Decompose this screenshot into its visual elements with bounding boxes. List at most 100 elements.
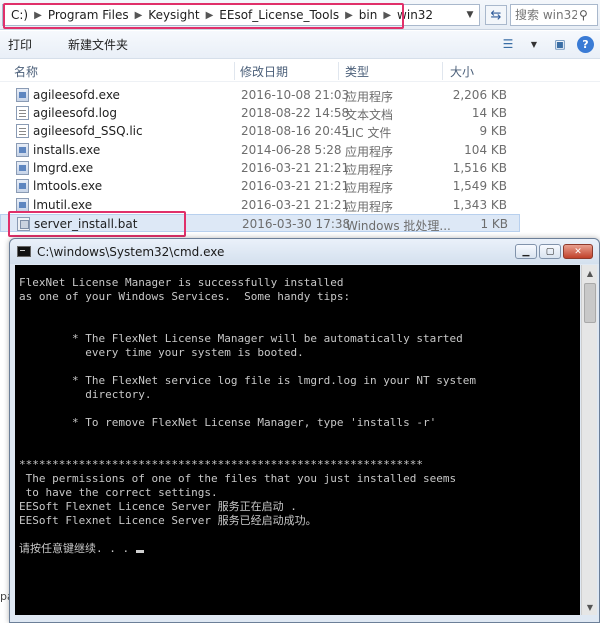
file-size: 1 KB: [480, 217, 508, 231]
file-name: lmgrd.exe: [33, 161, 94, 175]
file-row[interactable]: installs.exe 2014-06-28 5:28 应用程序 104 KB: [0, 141, 520, 159]
console-line: * The FlexNet service log file is lmgrd.…: [19, 374, 476, 387]
command-toolbar: 打印 新建文件夹 ☰ ▼ ▣ ?: [0, 31, 600, 59]
file-size: 1,343 KB: [452, 198, 507, 212]
scroll-thumb[interactable]: [584, 283, 596, 323]
column-name[interactable]: 名称: [14, 60, 38, 82]
console-line: EESoft Flexnet Licence Server 服务正在启动 .: [19, 500, 297, 513]
file-type: 应用程序: [345, 163, 394, 177]
console-text: FlexNet License Manager is successfully …: [19, 276, 579, 556]
console-line: every time your system is booted.: [19, 346, 304, 359]
file-name: lmutil.exe: [33, 198, 93, 212]
console-line: The permissions of one of the files that…: [19, 472, 457, 485]
column-type[interactable]: 类型: [345, 60, 369, 82]
text-cursor: [135, 550, 144, 553]
file-date: 2016-03-21 21:21: [241, 179, 350, 193]
vertical-scrollbar[interactable]: ▲ ▼: [581, 265, 597, 615]
preview-pane-icon[interactable]: ▣: [551, 35, 569, 53]
column-divider[interactable]: [338, 62, 339, 80]
file-type: 应用程序: [345, 145, 394, 159]
batch-file-icon: [17, 217, 30, 231]
file-row[interactable]: lmtools.exe 2016-03-21 21:21 应用程序 1,549 …: [0, 177, 520, 195]
file-date: 2016-03-21 21:21: [241, 161, 350, 175]
file-date: 2018-08-16 20:45: [241, 124, 350, 138]
refresh-icon[interactable]: ⇆: [485, 5, 507, 25]
file-date: 2016-10-08 21:03: [241, 88, 350, 102]
file-name: installs.exe: [33, 143, 101, 157]
file-date: 2018-08-22 14:58: [241, 106, 350, 120]
column-date[interactable]: 修改日期: [240, 60, 288, 82]
text-file-icon: [16, 106, 29, 120]
exe-file-icon: [16, 88, 29, 102]
cmd-window-title: C:\windows\System32\cmd.exe: [37, 245, 225, 259]
breadcrumb-keysight[interactable]: Keysight: [144, 8, 203, 22]
console-line: to have the correct settings.: [19, 486, 218, 499]
console-line: directory.: [19, 388, 152, 401]
view-options-icon[interactable]: ☰: [499, 35, 517, 53]
scroll-up-icon[interactable]: ▲: [583, 266, 597, 280]
cmd-title-bar[interactable]: C:\windows\System32\cmd.exe ▁ ▢ ✕: [10, 239, 599, 264]
address-bar: C:) ▶ Program Files ▶ Keysight ▶ EEsof_L…: [0, 0, 600, 30]
breadcrumb-bin[interactable]: bin: [355, 8, 382, 22]
breadcrumb-win32[interactable]: win32: [393, 8, 437, 22]
file-type: 文本文档: [345, 108, 394, 122]
console-output[interactable]: FlexNet License Manager is successfully …: [15, 265, 580, 615]
column-header: 名称 修改日期 类型 大小: [0, 60, 600, 82]
file-size: 14 KB: [471, 106, 507, 120]
column-divider[interactable]: [442, 62, 443, 80]
print-button[interactable]: 打印: [0, 31, 40, 59]
file-date: 2014-06-28 5:28: [241, 143, 342, 157]
lic-file-icon: [16, 124, 29, 138]
file-name: agileesofd.exe: [33, 88, 120, 102]
breadcrumb-separator-icon: ▶: [205, 9, 214, 21]
search-icon[interactable]: ⚲: [579, 8, 588, 22]
search-input[interactable]: [515, 8, 577, 22]
file-size: 1,516 KB: [452, 161, 507, 175]
file-row[interactable]: agileesofd.log 2018-08-22 14:58 文本文档 14 …: [0, 104, 520, 122]
close-button[interactable]: ✕: [563, 244, 593, 259]
file-type: 应用程序: [345, 181, 394, 195]
help-icon[interactable]: ?: [577, 35, 594, 53]
breadcrumb-separator-icon: ▶: [34, 9, 42, 21]
scroll-down-icon[interactable]: ▼: [583, 600, 597, 614]
breadcrumb[interactable]: C:) ▶ Program Files ▶ Keysight ▶ EEsof_L…: [2, 4, 480, 26]
new-folder-button[interactable]: 新建文件夹: [40, 31, 136, 59]
file-row[interactable]: lmgrd.exe 2016-03-21 21:21 应用程序 1,516 KB: [0, 159, 520, 177]
console-line: * The FlexNet License Manager will be au…: [19, 332, 463, 345]
exe-file-icon: [16, 143, 29, 157]
search-box[interactable]: ⚲: [510, 4, 598, 26]
console-line: * To remove FlexNet License Manager, typ…: [19, 416, 437, 429]
breadcrumb-program-files[interactable]: Program Files: [44, 8, 133, 22]
breadcrumb-separator-icon: ▶: [134, 9, 143, 21]
file-size: 1,549 KB: [452, 179, 507, 193]
console-icon: [17, 246, 31, 257]
maximize-button[interactable]: ▢: [539, 244, 561, 259]
console-line: ****************************************…: [19, 458, 423, 471]
file-name: agileesofd_SSQ.lic: [33, 124, 143, 138]
address-dropdown-icon[interactable]: ▼: [462, 4, 478, 26]
file-type: 应用程序: [345, 200, 394, 214]
file-size: 9 KB: [479, 124, 507, 138]
console-line: FlexNet License Manager is successfully …: [19, 276, 344, 289]
breadcrumb-separator-icon: ▶: [383, 9, 392, 21]
file-date: 2016-03-30 17:38: [242, 217, 351, 231]
console-line: EESoft Flexnet Licence Server 服务已经启动成功。: [19, 514, 317, 527]
file-name: server_install.bat: [34, 217, 138, 231]
file-size: 2,206 KB: [452, 88, 507, 102]
cmd-window: C:\windows\System32\cmd.exe ▁ ▢ ✕ FlexNe…: [9, 238, 600, 623]
breadcrumb-drive[interactable]: C:): [7, 8, 32, 22]
minimize-button[interactable]: ▁: [515, 244, 537, 259]
column-size[interactable]: 大小: [450, 60, 474, 82]
file-row[interactable]: lmutil.exe 2016-03-21 21:21 应用程序 1,343 K…: [0, 196, 520, 214]
exe-file-icon: [16, 179, 29, 193]
file-row[interactable]: agileesofd.exe 2016-10-08 21:03 应用程序 2,2…: [0, 86, 520, 104]
file-row-selected[interactable]: server_install.bat 2016-03-30 17:38 Wind…: [0, 214, 520, 233]
file-type: 应用程序: [345, 90, 394, 104]
file-type: LIC 文件: [345, 126, 392, 140]
console-line: as one of your Windows Services. Some ha…: [19, 290, 351, 303]
column-divider[interactable]: [234, 62, 235, 80]
file-name: lmtools.exe: [33, 179, 103, 193]
file-row[interactable]: agileesofd_SSQ.lic 2018-08-16 20:45 LIC …: [0, 122, 520, 140]
view-dropdown-icon[interactable]: ▼: [525, 35, 543, 53]
breadcrumb-eesof-tools[interactable]: EEsof_License_Tools: [215, 8, 343, 22]
